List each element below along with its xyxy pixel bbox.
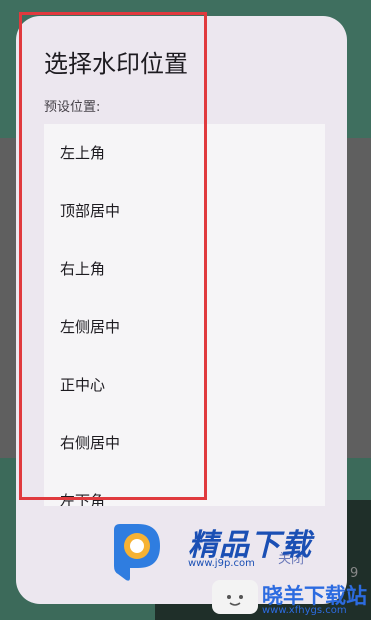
watermark-position-dialog: 选择水印位置 预设位置: 左上角 顶部居中 右上角 左侧居中 正中心 右侧居中 … bbox=[16, 16, 347, 604]
position-options-list[interactable]: 左上角 顶部居中 右上角 左侧居中 正中心 右侧居中 左下角 bbox=[44, 124, 325, 506]
watermark2-url: www.xfhygs.com bbox=[262, 605, 347, 616]
dialog-title: 选择水印位置 bbox=[44, 50, 188, 78]
option-top-center[interactable]: 顶部居中 bbox=[44, 182, 325, 240]
preset-label: 预设位置: bbox=[44, 100, 101, 115]
option-bottom-left[interactable]: 左下角 bbox=[44, 472, 325, 506]
option-right-center[interactable]: 右侧居中 bbox=[44, 414, 325, 472]
option-center[interactable]: 正中心 bbox=[44, 356, 325, 414]
option-top-right[interactable]: 右上角 bbox=[44, 240, 325, 298]
watermark2-logo-icon bbox=[212, 580, 258, 614]
option-left-center[interactable]: 左侧居中 bbox=[44, 298, 325, 356]
watermark-logo-icon bbox=[114, 524, 160, 581]
option-top-left[interactable]: 左上角 bbox=[44, 124, 325, 182]
watermark-url: www.j9p.com bbox=[188, 558, 255, 569]
corner-number: 9 bbox=[350, 566, 359, 581]
